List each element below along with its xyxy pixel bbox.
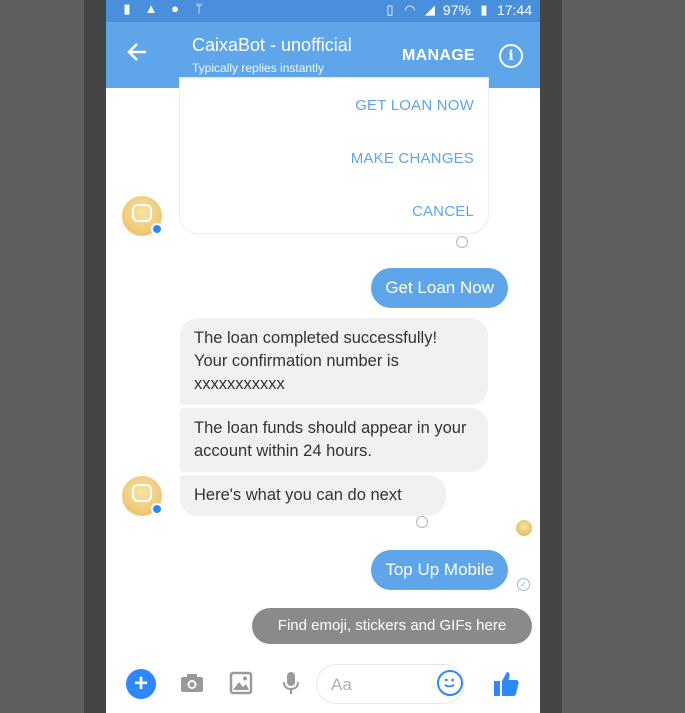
get-loan-now-button[interactable]: GET LOAN NOW (355, 97, 474, 114)
wifi-icon: ◠ (404, 2, 416, 17)
status-bar: ▮ ▲ ● ᛘ ▯ ◠ ◢ 97% ▮ 17:44 (106, 0, 540, 22)
message-in[interactable]: The loan funds should appear in your acc… (180, 408, 488, 472)
plus-icon[interactable]: + (126, 669, 156, 699)
messenger-badge-icon (151, 223, 163, 235)
quick-actions-card: GET LOAN NOW MAKE CHANGES CANCEL (180, 78, 488, 233)
chat-title[interactable]: CaixaBot - unofficial (192, 35, 352, 56)
message-out[interactable]: Get Loan Now (371, 268, 508, 308)
message-in[interactable]: The loan completed successfully! Your co… (180, 318, 488, 405)
chat-subtitle: Typically replies instantly (192, 61, 325, 75)
android-icon: ● (171, 1, 179, 16)
bot-face-icon (132, 484, 152, 502)
warning-icon: ▲ (144, 1, 158, 16)
battery-level: 97% (442, 2, 471, 18)
mic-icon[interactable] (278, 670, 304, 696)
thumbs-up-icon[interactable] (491, 669, 521, 699)
cancel-button[interactable]: CANCEL (412, 203, 474, 220)
usb-icon: ᛘ (195, 1, 203, 16)
notification-icon: ▮ (123, 1, 131, 16)
manage-button[interactable]: MANAGE (402, 47, 475, 65)
image-icon[interactable] (228, 670, 254, 696)
info-icon[interactable]: i (499, 44, 523, 68)
react-icon[interactable] (416, 516, 428, 528)
make-changes-button[interactable]: MAKE CHANGES (351, 150, 474, 167)
bot-avatar[interactable] (122, 196, 163, 236)
vibrate-icon: ▯ (386, 2, 394, 17)
battery-icon: ▮ (480, 2, 488, 17)
react-icon[interactable] (456, 236, 468, 248)
signal-icon: ◢ (424, 2, 435, 17)
back-arrow-icon[interactable] (126, 40, 148, 68)
message-in[interactable]: Here's what you can do next (180, 475, 446, 516)
clock: 17:44 (496, 2, 532, 18)
bot-face-icon (132, 204, 152, 222)
sent-check-icon: ✓ (517, 578, 530, 591)
bot-avatar[interactable] (122, 476, 163, 516)
message-composer: + Aa (106, 652, 540, 713)
read-receipt-avatar (516, 520, 532, 536)
messenger-screen: ▮ ▲ ● ᛘ ▯ ◠ ◢ 97% ▮ 17:44 CaixaBot - uno… (106, 0, 540, 713)
message-out[interactable]: Top Up Mobile (371, 550, 508, 590)
emoji-icon[interactable] (437, 670, 463, 696)
message-input-placeholder: Aa (331, 675, 352, 694)
chat-thread[interactable]: GET LOAN NOW MAKE CHANGES CANCEL Get Loa… (106, 78, 540, 652)
emoji-tooltip: Find emoji, stickers and GIFs here (252, 608, 532, 644)
camera-icon[interactable] (179, 670, 205, 696)
messenger-badge-icon (151, 503, 163, 515)
